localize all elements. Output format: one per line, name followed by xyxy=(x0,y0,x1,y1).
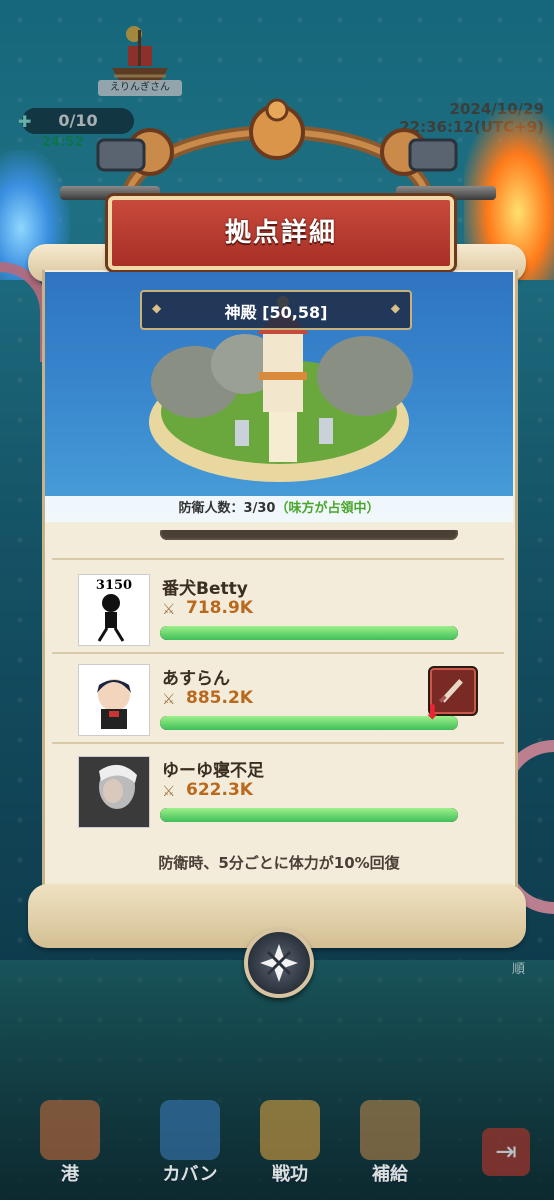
defender-list[interactable]: 3150 番犬Betty ⚔ 718.9K あすらん ⚔ 885.2K ⬇ ゆー… xyxy=(52,530,504,830)
location-header: ◆ 神殿 [50,58] ◆ xyxy=(140,290,412,330)
avatar xyxy=(78,664,150,736)
arrow-down-icon: ⬇ xyxy=(424,700,441,724)
avatar-caption: 3150 xyxy=(96,578,132,593)
defender-power: 885.2K xyxy=(186,688,253,708)
shop-icon xyxy=(260,1100,320,1160)
hp-fill xyxy=(160,716,458,730)
ornament-icon: ◆ xyxy=(390,301,400,315)
defender-name: 番犬Betty xyxy=(162,579,248,599)
nav-bag[interactable]: カバン xyxy=(140,1090,240,1200)
exit-icon: ⇥ xyxy=(495,1137,517,1167)
defender-power: 622.3K xyxy=(186,780,253,800)
list-item[interactable]: あすらん ⚔ 885.2K ⬇ xyxy=(52,656,504,742)
nav-label: 補給 xyxy=(372,1164,408,1185)
hp-fill xyxy=(160,808,458,822)
exit-button[interactable]: ⇥ xyxy=(482,1128,530,1176)
list-item-partial xyxy=(52,530,504,552)
hp-bar xyxy=(160,716,458,730)
nav-label: 港 xyxy=(61,1164,79,1185)
divider xyxy=(52,558,504,560)
avatar: 3150 xyxy=(78,574,150,646)
defender-power: 718.9K xyxy=(186,598,253,618)
hp-bar xyxy=(160,530,458,540)
crossed-swords-icon: ⚔ xyxy=(162,600,176,618)
regen-info: 防衛時、5分ごとに体力が10%回復 xyxy=(158,854,400,872)
defense-count-strip: 防衛人数：3/30（味方が占領中） xyxy=(45,496,513,522)
close-icon xyxy=(260,944,298,982)
side-order-label[interactable]: 順 xyxy=(512,958,525,977)
port-icon xyxy=(40,1100,100,1160)
list-item[interactable]: ゆーゆ寝不足 ⚔ 622.3K xyxy=(52,748,504,830)
defender-name: あすらん xyxy=(162,669,230,689)
nav-label: 戦功 xyxy=(272,1164,308,1185)
list-item[interactable]: 3150 番犬Betty ⚔ 718.9K xyxy=(52,566,504,652)
title-banner: 拠点詳細 xyxy=(108,196,454,270)
crossed-swords-icon: ⚔ xyxy=(162,690,176,708)
avatar-image xyxy=(97,679,131,729)
chest-icon xyxy=(360,1100,420,1160)
avatar-image: 3150 xyxy=(96,578,132,642)
nav-merit[interactable]: 戦功 xyxy=(240,1090,340,1200)
nav-label: カバン xyxy=(162,1164,218,1185)
close-button[interactable] xyxy=(244,928,314,998)
bottom-nav: 港 カバン 戦功 補給 xyxy=(0,1090,554,1200)
defense-count: 防衛人数：3/30 xyxy=(178,501,276,516)
divider xyxy=(52,652,504,654)
dialog-title: 拠点詳細 xyxy=(224,218,337,248)
location-title: 神殿 [50,58] xyxy=(224,303,328,322)
bag-icon xyxy=(160,1100,220,1160)
divider xyxy=(52,742,504,744)
avatar-image xyxy=(79,757,149,827)
crossed-swords-icon: ⚔ xyxy=(162,782,176,800)
nav-port[interactable]: 港 xyxy=(20,1090,120,1200)
hp-bar xyxy=(160,808,458,822)
avatar xyxy=(78,756,150,828)
defense-status: （味方が占領中） xyxy=(275,501,380,516)
hp-bar xyxy=(160,626,458,640)
hp-fill xyxy=(160,626,458,640)
defender-name: ゆーゆ寝不足 xyxy=(162,761,264,781)
nav-supply[interactable]: 補給 xyxy=(340,1090,440,1200)
